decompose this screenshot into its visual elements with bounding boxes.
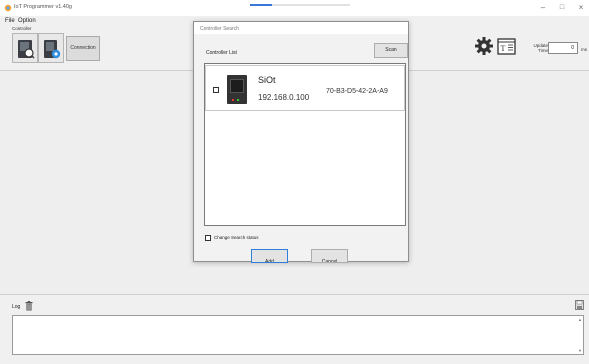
title-bar: IoT Programmer v1.40g – □ × xyxy=(0,0,589,16)
menu-file[interactable]: File xyxy=(5,18,15,24)
controller-search-icon xyxy=(18,40,35,59)
controller-list-label: Controller List xyxy=(206,50,237,56)
maximize-button[interactable]: □ xyxy=(553,2,571,14)
controller-search-dialog: Controller Search Controller List Scan S… xyxy=(193,21,409,263)
svg-text:T: T xyxy=(501,44,506,53)
add-button[interactable]: Add xyxy=(251,249,288,263)
controller-settings-button[interactable] xyxy=(38,33,64,63)
window-title: IoT Programmer v1.40g xyxy=(14,4,72,10)
device-screen xyxy=(230,79,244,93)
log-output[interactable]: ▲ ▼ xyxy=(12,315,584,355)
monitor-icon[interactable]: T xyxy=(497,38,516,55)
controller-search-button[interactable] xyxy=(12,33,38,63)
change-status-label: Change Search status xyxy=(214,235,259,240)
loading-progress-bar xyxy=(250,4,350,6)
menu-option[interactable]: Option xyxy=(18,18,36,24)
change-status-checkbox[interactable] xyxy=(205,235,211,241)
controller-list[interactable]: SiOt 192.168.0.100 70-B3-D5-42-2A-A9 xyxy=(204,63,406,226)
loading-progress-fill xyxy=(250,4,272,6)
controller-list-item[interactable]: SiOt 192.168.0.100 70-B3-D5-42-2A-A9 xyxy=(205,65,405,111)
app-icon xyxy=(4,4,12,12)
log-save-icon[interactable] xyxy=(575,300,584,310)
controller-name: SiOt xyxy=(258,75,276,85)
dialog-title-bar: Controller Search xyxy=(194,22,408,34)
update-time-unit: ms xyxy=(581,47,587,52)
close-button[interactable]: × xyxy=(572,2,589,14)
scan-button[interactable]: Scan xyxy=(374,43,408,58)
controller-device-image xyxy=(227,75,247,104)
controller-gear-icon xyxy=(44,40,61,59)
scroll-up-icon[interactable]: ▲ xyxy=(578,317,582,322)
device-led xyxy=(237,99,239,101)
scroll-down-icon[interactable]: ▼ xyxy=(578,348,582,353)
update-time-label: Update Time xyxy=(533,43,548,53)
connection-button[interactable]: Connection xyxy=(66,36,100,61)
minimize-button[interactable]: – xyxy=(534,2,552,14)
device-led xyxy=(232,99,234,101)
log-label: Log xyxy=(12,304,21,310)
controller-ip: 192.168.0.100 xyxy=(258,93,310,102)
controller-checkbox[interactable] xyxy=(213,87,219,93)
gear-icon[interactable] xyxy=(475,37,493,55)
trash-icon[interactable] xyxy=(25,301,33,311)
cancel-button[interactable]: Cancel xyxy=(311,249,348,263)
dialog-title: Controller Search xyxy=(200,26,239,32)
controller-group-label: Controller xyxy=(12,26,32,31)
update-time-input[interactable]: 0 xyxy=(548,42,578,54)
controller-mac: 70-B3-D5-42-2A-A9 xyxy=(326,88,388,95)
